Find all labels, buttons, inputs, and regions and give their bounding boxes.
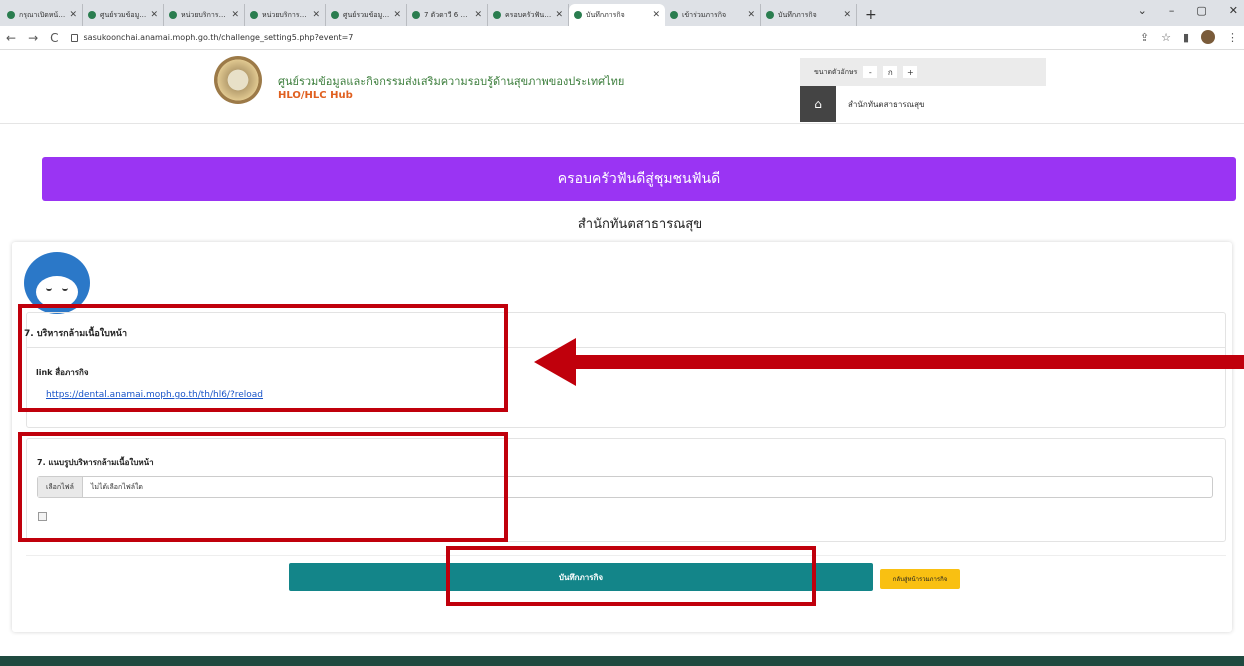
restore-icon[interactable]: ▢ (1196, 4, 1206, 17)
font-increase-button[interactable]: + (903, 66, 918, 78)
site-favicon-icon (670, 11, 678, 19)
site-favicon-icon (169, 11, 177, 19)
sidepanel-icon[interactable]: ▮ (1183, 31, 1189, 44)
org-name: สำนักทันตสาธารณสุข (848, 100, 925, 109)
site-footer (0, 656, 1244, 666)
highlight-box-save (446, 546, 816, 606)
minimize-icon[interactable]: – (1169, 4, 1175, 17)
close-icon[interactable]: ✕ (393, 10, 401, 20)
forward-icon[interactable]: → (28, 31, 38, 45)
banner-title: ครอบครัวฟันดีสู่ชุมชนฟันดี (557, 171, 721, 187)
page-subtitle: สำนักทันตสาธารณสุข (577, 217, 703, 232)
url-text: sasukoonchai.anamai.moph.go.th/challenge… (83, 33, 354, 42)
browser-tab[interactable]: หน่วยบริการต้นแบบ...✕ (164, 4, 245, 26)
reload-icon[interactable]: C (50, 31, 58, 45)
site-favicon-icon (574, 11, 582, 19)
close-icon[interactable]: ✕ (555, 10, 563, 20)
browser-tab-active[interactable]: บันทึกภารกิจ ✕ (569, 4, 665, 26)
browser-tab[interactable]: กรุณาเปิดหน้าจอนี้ใ...✕ (2, 4, 83, 26)
toolbar-actions: ⇪ ☆ ▮ ⋮ (1140, 30, 1238, 44)
back-icon[interactable]: ← (6, 31, 16, 45)
font-normal-button[interactable]: ก (883, 66, 898, 78)
close-icon[interactable]: ✕ (652, 10, 660, 20)
highlight-box-mission (18, 304, 508, 412)
site-title[interactable]: ศูนย์รวมข้อมูลและกิจกรรมส่งเสริมความรอบร… (278, 72, 624, 90)
close-window-icon[interactable]: ✕ (1229, 4, 1238, 17)
lock-icon[interactable] (70, 33, 78, 42)
profile-avatar[interactable] (1201, 30, 1215, 44)
red-arrow-icon (534, 338, 1244, 386)
close-icon[interactable]: ✕ (69, 10, 77, 20)
bookmark-star-icon[interactable]: ☆ (1161, 31, 1171, 44)
site-favicon-icon (88, 11, 96, 19)
home-button[interactable]: ⌂ (800, 86, 836, 122)
highlight-box-upload (18, 432, 508, 542)
site-logo[interactable] (214, 56, 262, 104)
site-favicon-icon (331, 11, 339, 19)
menu-icon[interactable]: ⋮ (1227, 31, 1238, 44)
browser-tab[interactable]: ศูนย์รวมข้อมูลและกิ...✕ (326, 4, 407, 26)
close-icon[interactable]: ✕ (843, 10, 851, 20)
font-size-controls: ขนาดตัวอักษร - ก + (800, 58, 1046, 86)
home-icon: ⌂ (814, 97, 822, 111)
address-bar[interactable]: sasukoonchai.anamai.moph.go.th/challenge… (70, 29, 1244, 47)
font-decrease-button[interactable]: - (863, 66, 878, 78)
browser-tab[interactable]: เข้าร่วมภารกิจ ✕ (665, 4, 761, 26)
browser-tab[interactable]: 7 ตัวดาวี 6 ภารกิจ...✕ (407, 4, 488, 26)
close-icon[interactable]: ✕ (312, 10, 320, 20)
window-controls: ⌄ – ▢ ✕ (1138, 4, 1238, 17)
browser-tab[interactable]: ศูนย์รวมข้อมูลและกิ...✕ (83, 4, 164, 26)
page-banner: ครอบครัวฟันดีสู่ชุมชนฟันดี (42, 157, 1236, 201)
site-favicon-icon (412, 11, 420, 19)
site-favicon-icon (493, 11, 501, 19)
browser-tab[interactable]: บันทึกภารกิจ ✕ (761, 4, 857, 26)
site-favicon-icon (766, 11, 774, 19)
share-icon[interactable]: ⇪ (1140, 31, 1149, 44)
browser-tab[interactable]: ครอบครัวฟันดีสู่ชุมช...✕ (488, 4, 569, 26)
new-tab-icon[interactable]: + (865, 4, 877, 26)
back-to-missions-button[interactable]: กลับสู่หน้ารวมภารกิจ (880, 569, 960, 589)
browser-tab[interactable]: หน่วยบริการต้นแบบ...✕ (245, 4, 326, 26)
browser-tab-bar: กรุณาเปิดหน้าจอนี้ใ...✕ ศูนย์รวมข้อมูลแล… (0, 0, 1244, 26)
address-bar-row: ← → C sasukoonchai.anamai.moph.go.th/cha… (0, 26, 1244, 50)
site-favicon-icon (7, 11, 15, 19)
close-icon[interactable]: ✕ (231, 10, 239, 20)
close-icon[interactable]: ✕ (474, 10, 482, 20)
site-favicon-icon (250, 11, 258, 19)
site-subtitle: HLO/HLC Hub (278, 90, 353, 101)
font-size-label: ขนาดตัวอักษร (814, 67, 858, 76)
close-icon[interactable]: ✕ (747, 10, 755, 20)
tab-search-icon[interactable]: ⌄ (1138, 4, 1147, 17)
close-icon[interactable]: ✕ (150, 10, 158, 20)
